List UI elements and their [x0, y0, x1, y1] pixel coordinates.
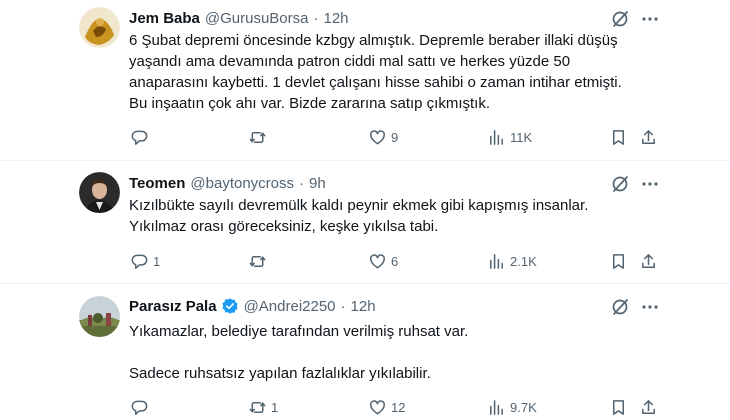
share-button[interactable] — [639, 396, 658, 418]
reply-count: 1 — [153, 253, 161, 269]
timestamp[interactable]: 12h — [351, 298, 376, 315]
avatar-image — [79, 296, 120, 337]
retweet-icon — [249, 401, 266, 413]
tweet-text-line: anaparasını kaybetti. 1 devlet çalışanı … — [129, 74, 622, 91]
tweet-text: Yıkamazlar, belediye tarafından verilmiş… — [129, 321, 689, 384]
retweet-button[interactable] — [248, 250, 267, 272]
display-name[interactable]: Teomen — [129, 175, 185, 192]
grok-icon[interactable] — [610, 9, 630, 29]
tweet-text-line: Sadece ruhsatsız yapılan fazlalıklar yık… — [129, 365, 431, 382]
grok-icon[interactable] — [610, 174, 630, 194]
tweet-2[interactable]: Teomen @baytonycross · 9h Kızılbükte say… — [0, 161, 730, 281]
views-button[interactable]: 11K — [487, 126, 532, 148]
bookmark-button[interactable] — [609, 250, 628, 272]
tweet-text-line: Kızılbükte sayılı devremülk kaldı peynir… — [129, 197, 589, 214]
bookmark-icon — [612, 399, 625, 415]
heart-icon — [370, 253, 385, 268]
like-button[interactable]: 12 — [368, 396, 405, 418]
like-button[interactable]: 9 — [368, 126, 398, 148]
views-icon — [490, 253, 503, 269]
reply-icon — [131, 400, 148, 415]
tweet-text: 6 Şubat depremi öncesinde kzbgy almıştık… — [129, 30, 689, 114]
tweet-text-line: Yıkılmaz orası göreceksiniz, keşke yıkıl… — [129, 218, 439, 235]
user-handle[interactable]: @GurusuBorsa — [205, 10, 309, 27]
retweet-count: 1 — [271, 399, 279, 415]
reply-icon — [131, 130, 148, 145]
heart-icon — [370, 399, 385, 414]
like-count: 12 — [391, 399, 406, 415]
user-handle[interactable]: @baytonycross — [190, 175, 294, 192]
share-icon — [642, 399, 655, 414]
tweet-header: Jem Baba @GurusuBorsa · 12h — [129, 7, 349, 29]
share-icon — [642, 129, 655, 144]
user-handle[interactable]: @Andrei2250 — [244, 298, 336, 315]
avatar-image — [79, 172, 120, 213]
reply-button[interactable] — [130, 126, 149, 148]
tweet-header: Teomen @baytonycross · 9h — [129, 172, 326, 194]
reply-button[interactable] — [130, 396, 149, 418]
heart-icon — [370, 129, 385, 144]
avatar[interactable] — [79, 296, 120, 337]
timestamp[interactable]: 9h — [309, 175, 326, 192]
retweet-button[interactable]: 1 — [248, 396, 278, 418]
more-icon[interactable] — [640, 9, 660, 29]
separator-dot: · — [299, 174, 305, 192]
views-icon — [490, 399, 503, 415]
action-bar: 9 11K — [120, 126, 665, 148]
separator-dot: · — [340, 297, 346, 315]
timestamp[interactable]: 12h — [323, 10, 348, 27]
display-name[interactable]: Parasız Pala — [129, 298, 217, 315]
view-count: 11K — [510, 129, 533, 145]
view-count: 2.1K — [510, 253, 537, 269]
tweet-text-line — [129, 342, 689, 363]
retweet-button[interactable] — [248, 126, 267, 148]
action-bar: 1 12 9.7K — [120, 396, 665, 418]
action-bar: 1 6 2.1K — [120, 250, 665, 272]
tweet-3[interactable]: Parasız Pala @Andrei2250 · 12h Yıkamazla… — [0, 284, 730, 420]
retweet-icon — [249, 131, 266, 143]
verified-badge-icon — [221, 298, 238, 314]
share-button[interactable] — [639, 250, 658, 272]
like-count: 9 — [391, 129, 399, 145]
tweet-text-line: Yıkamazlar, belediye tarafından verilmiş… — [129, 323, 469, 340]
views-button[interactable]: 9.7K — [487, 396, 537, 418]
share-icon — [642, 253, 655, 268]
tweet-text-line: 6 Şubat depremi öncesinde kzbgy almıştık… — [129, 32, 618, 49]
bookmark-button[interactable] — [609, 126, 628, 148]
like-button[interactable]: 6 — [368, 250, 398, 272]
more-icon[interactable] — [640, 174, 660, 194]
separator-dot: · — [313, 9, 319, 27]
bookmark-icon — [612, 129, 625, 145]
avatar[interactable] — [79, 172, 120, 213]
reply-button[interactable]: 1 — [130, 250, 160, 272]
view-count: 9.7K — [510, 399, 537, 415]
display-name[interactable]: Jem Baba — [129, 10, 200, 27]
avatar-image — [79, 7, 120, 48]
like-count: 6 — [391, 253, 399, 269]
share-button[interactable] — [639, 126, 658, 148]
tweet-text-line: Bu inşaatın çok ahı var. Bizde zararına … — [129, 95, 490, 112]
tweet-text-line: yaşandı ama devamında patron ciddi mal s… — [129, 53, 571, 70]
avatar[interactable] — [79, 7, 120, 48]
reply-icon — [131, 254, 148, 269]
views-icon — [490, 129, 503, 145]
tweet-1[interactable]: Jem Baba @GurusuBorsa · 12h 6 Şubat depr… — [0, 0, 730, 158]
bookmark-button[interactable] — [609, 396, 628, 418]
views-button[interactable]: 2.1K — [487, 250, 537, 272]
bookmark-icon — [612, 253, 625, 269]
tweet-header: Parasız Pala @Andrei2250 · 12h — [129, 295, 376, 317]
tweet-text: Kızılbükte sayılı devremülk kaldı peynir… — [129, 195, 689, 237]
grok-icon[interactable] — [610, 297, 630, 317]
retweet-icon — [249, 255, 266, 267]
more-icon[interactable] — [640, 297, 660, 317]
